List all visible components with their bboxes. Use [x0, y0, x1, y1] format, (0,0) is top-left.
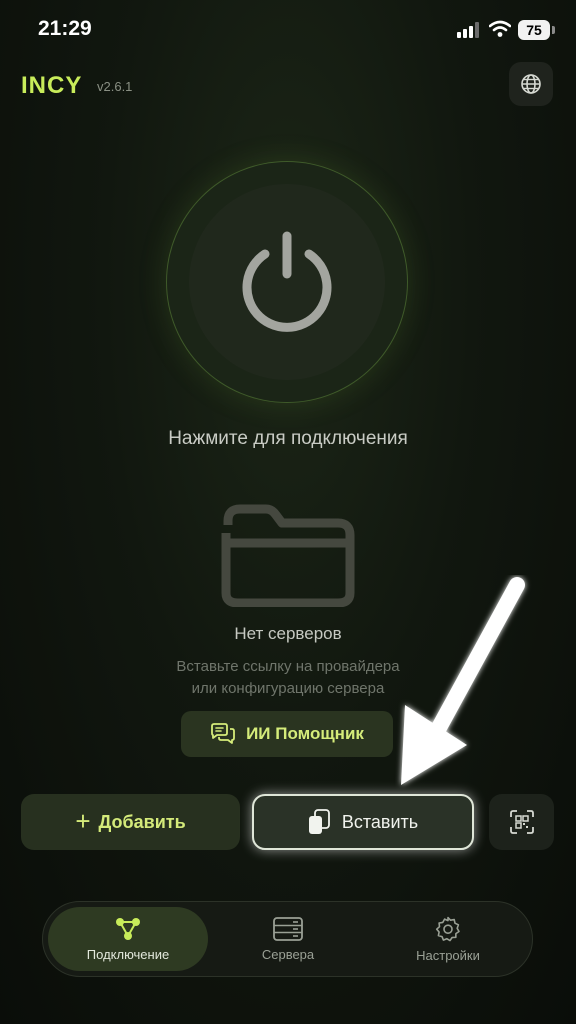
nav-tab-connection[interactable]: Подключение [48, 907, 208, 971]
app-screen: 21:29 75 INCY v2.6.1 Нажмите для подключ… [0, 0, 576, 1024]
status-bar: 21:29 75 [0, 0, 576, 60]
cellular-signal-icon [457, 22, 479, 38]
nav-tab-servers-label: Сервера [261, 946, 315, 962]
qr-scan-button[interactable] [489, 794, 554, 850]
nav-tab-settings-label: Настройки [416, 947, 480, 963]
app-logo: INCY [21, 72, 83, 99]
language-button[interactable] [509, 62, 553, 106]
bottom-nav: Подключение Сервера Настройки [42, 901, 533, 977]
add-button[interactable]: + Добавить [21, 794, 240, 850]
app-version: v2.6.1 [97, 79, 133, 94]
qr-scan-icon [509, 810, 534, 834]
ai-assistant-label: ИИ Помощник [246, 724, 364, 743]
nav-tab-servers[interactable]: Сервера [208, 907, 368, 971]
paste-button-label: Вставить [341, 811, 419, 832]
ai-assistant-button[interactable]: ИИ Помощник [181, 711, 393, 757]
battery-cap [552, 26, 555, 34]
highlight-arrow [401, 577, 525, 785]
gear-icon [435, 916, 460, 941]
network-nodes-icon [116, 917, 140, 940]
paste-button[interactable]: Вставить [252, 794, 474, 850]
nav-tab-connection-label: Подключение [86, 946, 170, 962]
power-icon [242, 231, 332, 332]
globe-icon [521, 74, 541, 94]
status-time: 21:29 [38, 17, 92, 40]
nav-tab-settings[interactable]: Настройки [368, 907, 528, 971]
folder-icon [221, 504, 355, 607]
battery-indicator: 75 [518, 20, 550, 40]
plus-icon: + [75, 806, 91, 836]
server-icon [273, 916, 303, 941]
chat-bubbles-icon [211, 723, 235, 744]
add-button-label: Добавить [98, 811, 186, 832]
connect-hint: Нажмите для подключения [168, 428, 408, 449]
wifi-icon [489, 20, 511, 37]
power-button[interactable] [189, 184, 385, 380]
clipboard-icon [308, 809, 330, 834]
